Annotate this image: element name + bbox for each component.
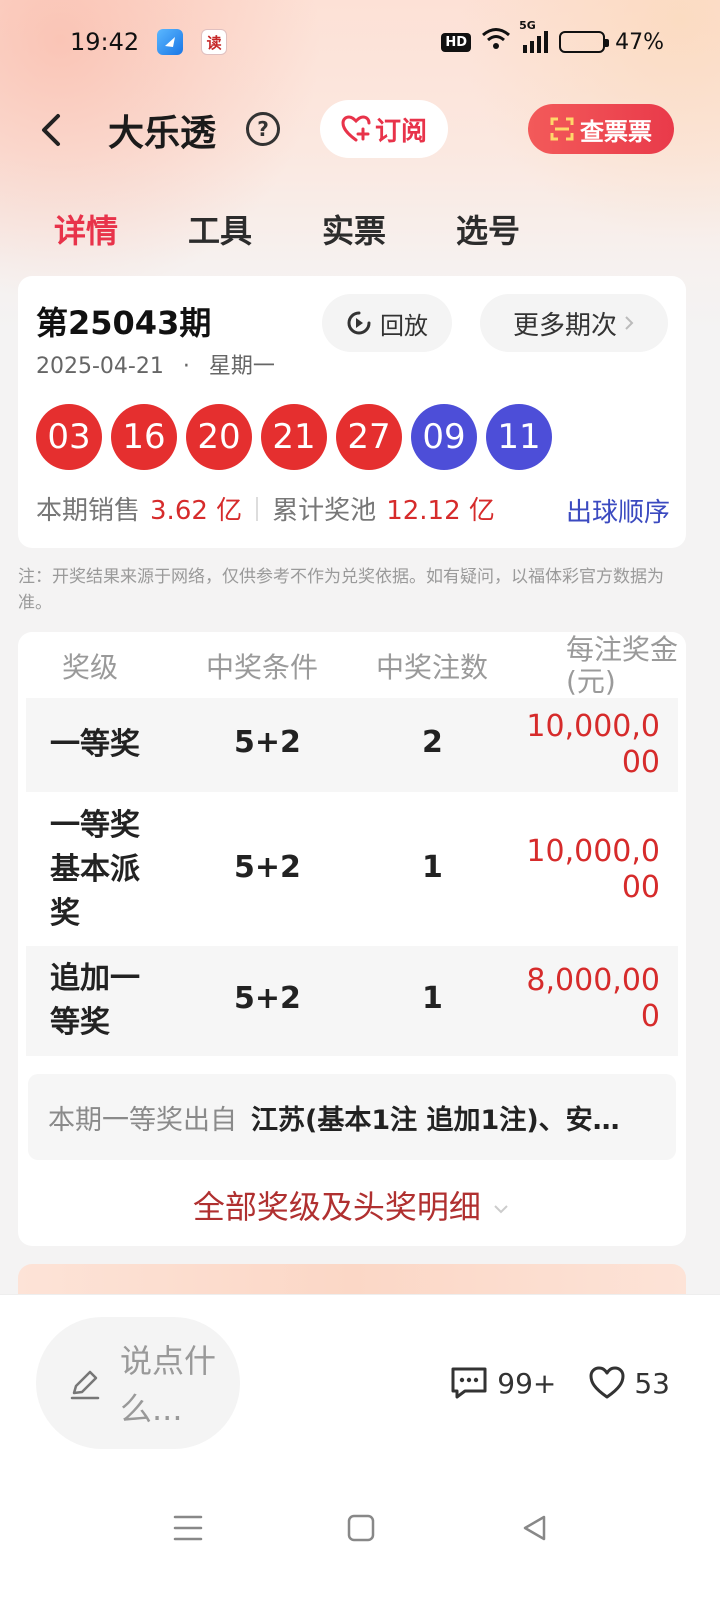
hd-badge: HD: [441, 32, 472, 52]
home-square-icon[interactable]: [346, 1513, 376, 1543]
page-title: 大乐透: [108, 113, 217, 154]
all-prizes-link[interactable]: 全部奖级及头奖明细: [18, 1182, 686, 1228]
table-row: 追加一等奖 5+2 1 8,000,000: [26, 946, 678, 1056]
red-ball: 20: [186, 404, 252, 470]
pool-label: 累计奖池: [272, 496, 377, 526]
red-ball: 27: [336, 404, 402, 470]
promo-banner[interactable]: [18, 1264, 686, 1294]
status-time: 19:42: [70, 28, 140, 56]
header-amount: 每注奖金(元): [566, 634, 679, 698]
like-count: 53: [634, 1366, 670, 1400]
sales-label: 本期销售: [36, 496, 141, 526]
browser-app-icon: [157, 29, 184, 55]
header-count: 中奖注数: [376, 651, 489, 684]
question-icon: ?: [257, 117, 269, 141]
origin-label: 本期一等奖出自: [48, 1104, 237, 1136]
first-prize-origin[interactable]: 本期一等奖出自 江苏(基本1注 追加1注)、安…: [28, 1074, 676, 1160]
bottom-bar: 说点什么... 99+ 53: [0, 1294, 720, 1604]
tab-real-tickets[interactable]: 实票: [322, 206, 386, 252]
engagement-counts: 99+ 53: [417, 1365, 670, 1401]
replay-button[interactable]: 回放: [322, 294, 452, 352]
table-row: 一等奖 5+2 2 10,000,000: [26, 698, 678, 792]
check-ticket-label: 查票票: [580, 117, 652, 146]
wifi-icon: [481, 27, 511, 57]
heart-icon: [589, 1366, 625, 1399]
reader-app-icon: 读: [201, 29, 228, 55]
prize-level: 一等奖: [50, 727, 140, 762]
replay-label: 回放: [380, 311, 428, 340]
header-level: 奖级: [62, 651, 119, 684]
subscribe-label: 订阅: [374, 116, 427, 147]
draw-result-card: 第25043期 2025-04-21 · 星期一 回放 更多期次 03 16 2…: [18, 276, 686, 548]
chevron-right-icon: [625, 316, 634, 330]
replay-icon: [347, 311, 371, 335]
tab-bar: 详情 工具 实票 选号: [54, 206, 520, 252]
origin-value: 江苏(基本1注 追加1注)、安…: [251, 1104, 620, 1136]
prize-amount: 10,000,000: [526, 834, 660, 905]
red-ball: 16: [111, 404, 177, 470]
weekday-text: 星期一: [208, 354, 275, 379]
prize-level: 追加一等奖: [50, 961, 140, 1040]
network-type: 5G: [519, 19, 536, 32]
tab-pick-numbers[interactable]: 选号: [456, 206, 520, 252]
pool-value: 12.12 亿: [386, 496, 495, 526]
prize-level: 一等奖基本派奖: [50, 808, 140, 931]
pencil-icon: [70, 1370, 100, 1400]
app-header: 大乐透 ? 订阅 查票票: [0, 98, 720, 162]
like-button[interactable]: 53: [588, 1366, 670, 1400]
check-ticket-button[interactable]: 查票票: [528, 104, 674, 154]
prize-table: 奖级 中奖条件 中奖注数 每注奖金(元) 一等奖 5+2 2 10,000,00…: [18, 632, 686, 1246]
prize-count: 1: [422, 981, 443, 1016]
comment-placeholder: 说点什么...: [120, 1342, 217, 1428]
tab-tools[interactable]: 工具: [188, 206, 252, 252]
red-ball: 03: [36, 404, 102, 470]
chevron-left-icon: [42, 114, 60, 146]
table-header: 奖级 中奖条件 中奖注数 每注奖金(元): [18, 632, 686, 698]
blue-ball: 11: [486, 404, 552, 470]
date-separator: ·: [182, 354, 190, 379]
prize-amount: 8,000,000: [526, 963, 660, 1034]
winning-numbers: 03 16 20 21 27 09 11: [36, 404, 552, 470]
battery-percent: 47%: [615, 29, 664, 55]
draw-date: 2025-04-21 · 星期一: [36, 348, 275, 380]
prize-condition: 5+2: [234, 725, 301, 760]
prize-count: 2: [422, 725, 443, 760]
issue-number: 第25043期: [36, 304, 212, 342]
more-issues-label: 更多期次: [512, 310, 617, 341]
sales-value: 3.62 亿: [150, 496, 243, 526]
sales-summary: 本期销售 3.62 亿 累计奖池 12.12 亿: [36, 490, 495, 527]
prize-condition: 5+2: [234, 981, 301, 1016]
help-button[interactable]: ?: [246, 112, 280, 146]
more-issues-button[interactable]: 更多期次: [480, 294, 668, 352]
blue-ball: 09: [411, 404, 477, 470]
heart-plus-icon: [341, 115, 371, 142]
comment-count: 99+: [497, 1366, 557, 1400]
prize-amount: 10,000,000: [526, 709, 660, 780]
battery-icon: [559, 31, 610, 53]
comment-icon: [451, 1367, 487, 1399]
status-bar: 19:42 读 HD 5G 47%: [70, 19, 664, 62]
menu-icon[interactable]: [172, 1513, 204, 1543]
divider: [256, 496, 259, 521]
comments-button[interactable]: 99+: [449, 1365, 556, 1401]
ball-order-link[interactable]: 出球顺序: [566, 492, 670, 529]
table-row: 一等奖基本派奖 5+2 1 10,000,000: [26, 792, 678, 946]
disclaimer-note: 注：开奖结果来源于网络，仅供参考不作为兑奖依据。如有疑问，以福体彩官方数据为准。: [18, 567, 664, 613]
comment-input[interactable]: 说点什么...: [36, 1317, 240, 1449]
back-button[interactable]: [38, 110, 68, 150]
back-triangle-icon[interactable]: [520, 1513, 550, 1543]
tab-details[interactable]: 详情: [54, 206, 118, 252]
chevron-down-icon: [494, 1205, 508, 1214]
signal-icon: 5G: [519, 19, 549, 53]
date-text: 2025-04-21: [36, 354, 164, 379]
system-nav-bar: [0, 1501, 720, 1561]
all-prizes-label: 全部奖级及头奖明细: [192, 1188, 481, 1226]
scan-icon: [550, 117, 574, 141]
header-condition: 中奖条件: [206, 651, 319, 684]
red-ball: 21: [261, 404, 327, 470]
subscribe-button[interactable]: 订阅: [320, 100, 448, 158]
prize-condition: 5+2: [234, 850, 301, 885]
prize-count: 1: [422, 850, 443, 885]
